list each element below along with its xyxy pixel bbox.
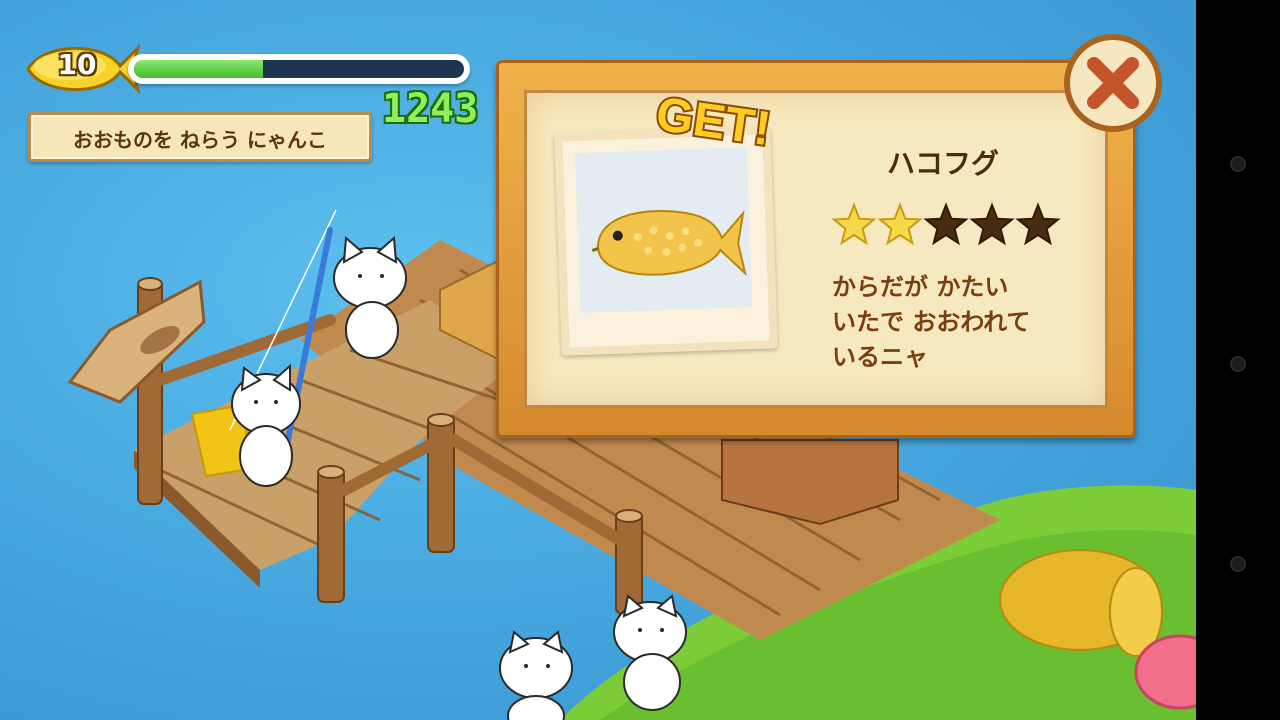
player-title-plate[interactable]: おおものを ねらう にゃんこ [28,112,372,162]
catch-result-dialog: GET! ハコフグ からだが かたい いたで おおわれて いるニャ [496,34,1162,438]
star-empty-icon [1015,202,1061,246]
close-button[interactable] [1062,32,1164,134]
player-level: 10 [57,48,97,81]
star-empty-icon [969,202,1015,246]
get-banner-icon: GET! [651,86,776,158]
star-filled-icon [877,202,923,246]
rarity-stars [832,202,1061,246]
fish-photo [574,147,753,314]
star-empty-icon [923,202,969,246]
fish-name: ハコフグ [886,147,999,180]
description-line: いるニャ [832,343,928,371]
cat-fishing [231,363,301,487]
experience-bar-fill [134,60,263,78]
description-line: いたで おおわれて [832,308,1031,336]
star-filled-icon [832,202,877,246]
player-title: おおものを ねらう にゃんこ [73,128,327,152]
get-banner-text: GET! [653,88,774,156]
boxfish-image [591,209,747,277]
fish-description: からだが かたい いたで おおわれて いるニャ [832,270,1112,375]
nav-home-button[interactable] [1230,356,1246,372]
experience-bar-track [134,60,464,78]
nav-back-button[interactable] [1230,156,1246,172]
cat-bottom-left [499,630,573,720]
coin-score: 1243 [382,86,479,132]
nav-recents-button[interactable] [1230,556,1246,572]
experience-bar [128,54,470,84]
description-line: からだが かたい [832,273,1009,301]
